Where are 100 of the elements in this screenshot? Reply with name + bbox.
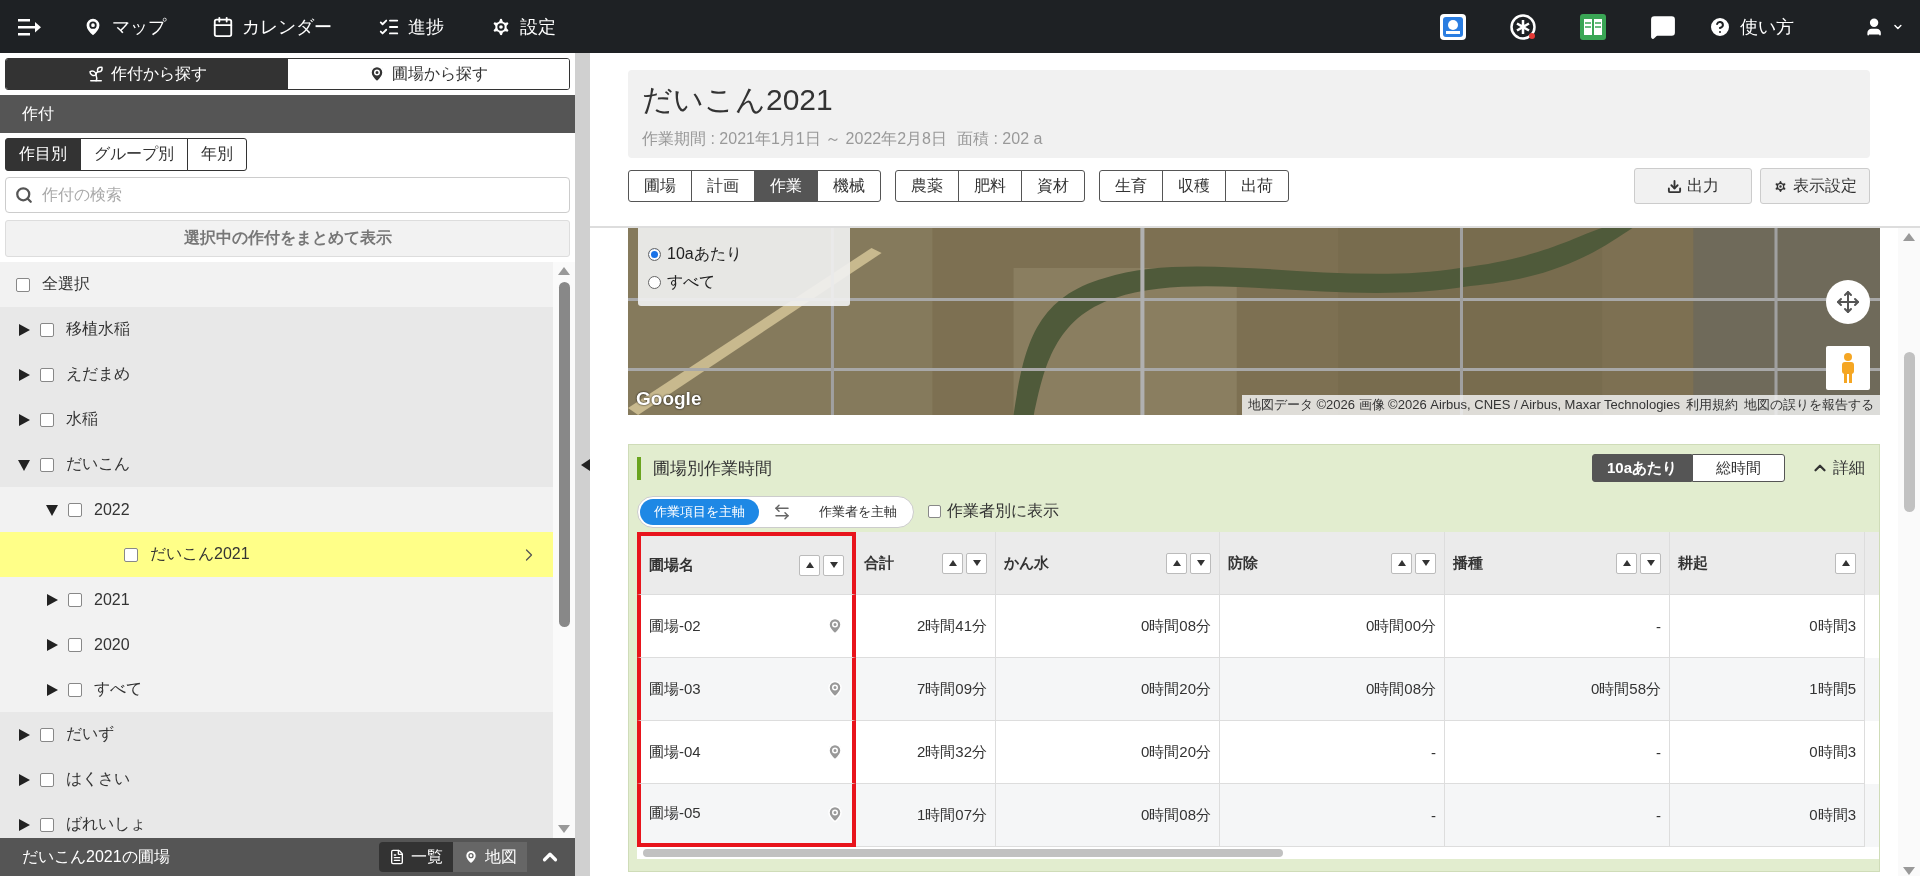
pin-icon[interactable] bbox=[826, 743, 844, 761]
map-logo: Google bbox=[636, 388, 702, 410]
search-mode-tab[interactable]: 作付から探す bbox=[6, 59, 288, 89]
collapse-button[interactable] bbox=[581, 458, 590, 471]
map-link[interactable]: 地図の誤りを報告する bbox=[1744, 396, 1874, 414]
category-tab[interactable]: 機械 bbox=[817, 170, 881, 202]
pin-icon[interactable] bbox=[826, 680, 844, 698]
axis-option[interactable]: 作業者を主軸 bbox=[805, 498, 911, 525]
view-toggle[interactable]: 一覧 bbox=[379, 842, 453, 872]
scroll-down-icon bbox=[1902, 866, 1916, 876]
person-icon bbox=[1839, 352, 1857, 384]
tree-item[interactable]: ばれいしょ bbox=[0, 802, 553, 838]
category-tab[interactable]: 収穫 bbox=[1162, 170, 1226, 202]
nav-link[interactable]: 進捗 bbox=[368, 8, 454, 45]
radio-option[interactable]: 10aあたり bbox=[648, 240, 840, 268]
menu-icon[interactable] bbox=[18, 16, 42, 37]
checkbox[interactable] bbox=[40, 727, 54, 742]
tree-item[interactable]: えだまめ bbox=[0, 352, 553, 397]
tree-item[interactable]: 2021 bbox=[0, 577, 553, 622]
sort-ascending-button[interactable] bbox=[942, 552, 963, 574]
checkbox[interactable] bbox=[40, 817, 54, 832]
tree-label: だいこん bbox=[66, 454, 131, 474]
sort-down-icon bbox=[1196, 560, 1205, 566]
download-icon bbox=[1667, 178, 1682, 194]
checkbox[interactable] bbox=[40, 367, 54, 382]
checkbox[interactable] bbox=[40, 457, 54, 472]
by-worker-checkbox[interactable]: 作業者別に表示 bbox=[928, 501, 1059, 522]
checkbox[interactable] bbox=[40, 322, 54, 337]
search-field[interactable]: 作付の検索 bbox=[5, 177, 570, 213]
pin-icon[interactable] bbox=[826, 804, 844, 823]
sort-descending-button[interactable] bbox=[966, 552, 987, 574]
sort-ascending-button[interactable] bbox=[1835, 552, 1856, 574]
page-scrollbar[interactable] bbox=[1898, 228, 1920, 876]
category-tab[interactable]: 農薬 bbox=[895, 170, 959, 202]
select-all-row[interactable]: 全選択 bbox=[0, 262, 553, 307]
unit-toggle[interactable]: 総時間 bbox=[1692, 454, 1785, 482]
sort-down-icon bbox=[1646, 560, 1655, 566]
sort-ascending-button[interactable] bbox=[1166, 552, 1187, 574]
detail-toggle[interactable]: 詳細 bbox=[1811, 457, 1865, 479]
view-tab[interactable]: グループ別 bbox=[80, 138, 188, 171]
sprout-icon bbox=[86, 65, 105, 83]
settings-icon bbox=[490, 15, 512, 38]
sort-descending-button[interactable] bbox=[1640, 552, 1661, 574]
category-tab[interactable]: 計画 bbox=[691, 170, 755, 202]
sort-down-icon bbox=[1421, 560, 1430, 566]
tree-item[interactable]: 移植水稲 bbox=[0, 307, 553, 352]
tree-item[interactable]: だいこん bbox=[0, 442, 553, 487]
tree-label: はくさい bbox=[66, 769, 131, 789]
scrollbar-thumb[interactable] bbox=[1903, 352, 1915, 512]
scrollbar[interactable] bbox=[553, 262, 575, 838]
radio-option[interactable]: すべて bbox=[648, 268, 840, 296]
street-view-button[interactable] bbox=[1826, 346, 1870, 390]
checkbox[interactable] bbox=[40, 412, 54, 427]
tree-item[interactable]: だいず bbox=[0, 712, 553, 757]
tree-item[interactable]: だいこん2021 bbox=[0, 532, 553, 577]
sort-descending-button[interactable] bbox=[1190, 552, 1211, 574]
category-tab[interactable]: 圃場 bbox=[628, 170, 692, 202]
category-tab[interactable]: 資材 bbox=[1021, 170, 1085, 202]
view-tab[interactable]: 作目別 bbox=[5, 138, 81, 171]
checkbox[interactable] bbox=[68, 637, 82, 652]
category-tab[interactable]: 肥料 bbox=[958, 170, 1022, 202]
sort-descending-button[interactable] bbox=[823, 554, 844, 576]
pin-icon[interactable] bbox=[826, 617, 844, 635]
work-period: 作業期間 : 2021年1月1日 ～ 2022年2月8日 bbox=[642, 129, 947, 149]
nav-link[interactable]: 設定 bbox=[480, 8, 566, 45]
tree-item[interactable]: 水稲 bbox=[0, 397, 553, 442]
sort-ascending-button[interactable] bbox=[1616, 552, 1637, 574]
tree-item[interactable]: すべて bbox=[0, 667, 553, 712]
category-tab[interactable]: 出荷 bbox=[1225, 170, 1289, 202]
scroll-down-icon bbox=[557, 824, 571, 834]
category-tab[interactable]: 作業 bbox=[754, 170, 818, 202]
sort-up-icon bbox=[805, 562, 814, 568]
category-tab[interactable]: 生育 bbox=[1099, 170, 1163, 202]
tree-item[interactable]: 2020 bbox=[0, 622, 553, 667]
map-link[interactable]: 利用規約 bbox=[1686, 396, 1738, 414]
checkbox[interactable] bbox=[68, 592, 82, 607]
view-toggle[interactable]: 地図 bbox=[453, 842, 527, 872]
sort-ascending-button[interactable] bbox=[1391, 552, 1412, 574]
checkbox[interactable] bbox=[16, 277, 30, 292]
sort-ascending-button[interactable] bbox=[799, 554, 820, 576]
scrollbar-thumb[interactable] bbox=[558, 282, 570, 627]
checkbox[interactable] bbox=[68, 682, 82, 697]
tree-item[interactable]: はくさい bbox=[0, 757, 553, 802]
help-link[interactable]: 使い方 bbox=[1708, 14, 1794, 39]
tree-label: だいこん2021 bbox=[150, 544, 251, 564]
nav-link[interactable]: カレンダー bbox=[202, 8, 342, 45]
view-tab[interactable]: 年別 bbox=[187, 138, 247, 171]
checkbox[interactable] bbox=[124, 547, 138, 562]
sort-descending-button[interactable] bbox=[1415, 552, 1436, 574]
checkbox[interactable] bbox=[40, 772, 54, 787]
tree-item[interactable]: 2022 bbox=[0, 487, 553, 532]
area-text: 面積 : 202 a bbox=[957, 129, 1043, 149]
export-button[interactable]: 出力 bbox=[1634, 168, 1752, 204]
checkbox[interactable] bbox=[68, 502, 82, 517]
display-settings-button[interactable]: 表示設定 bbox=[1760, 168, 1870, 204]
nav-link[interactable]: マップ bbox=[72, 8, 176, 45]
pin-icon bbox=[463, 849, 479, 865]
unit-toggle[interactable]: 10aあたり bbox=[1591, 454, 1692, 482]
axis-option[interactable]: 作業項目を主軸 bbox=[640, 498, 759, 525]
show-selected-button[interactable]: 選択中の作付をまとめて表示 bbox=[5, 220, 570, 257]
